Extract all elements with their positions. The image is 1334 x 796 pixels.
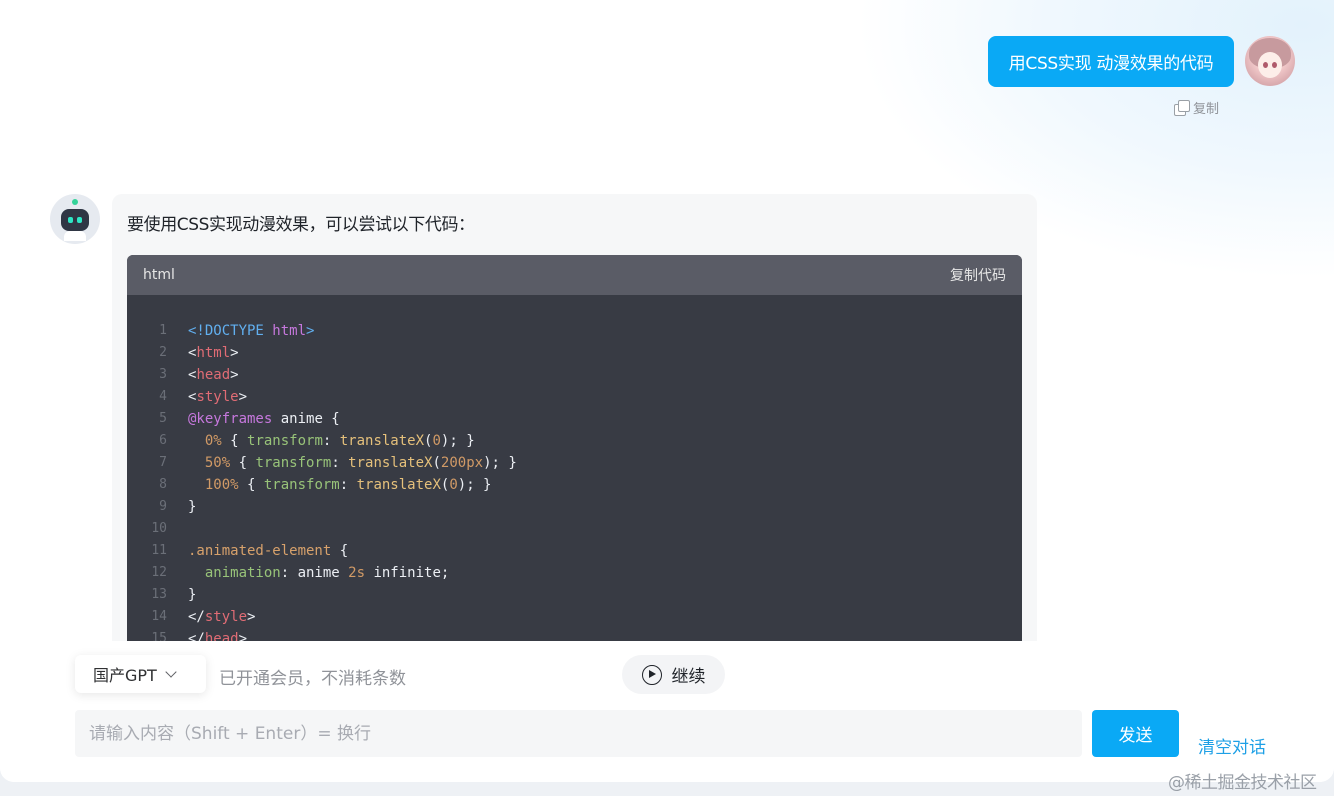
code-text: } [188,499,197,515]
watermark: @稀土掘金技术社区 [1168,773,1317,793]
code-body: 1 <!DOCTYPE html> 2 <html> 3 <head> 4 <s… [127,295,1022,650]
code-line: 7 50% { transform: translateX(200px); } [127,452,1022,474]
line-number: 3 [159,367,167,382]
line-number: 11 [151,543,167,558]
user-message-bubble: 用CSS实现 动漫效果的代码 [988,36,1234,87]
code-line: 6 0% { transform: translateX(0); } [127,430,1022,452]
model-select-label: 国产GPT [93,666,157,685]
code-text: </style> [188,609,256,625]
code-block: html 复制代码 1 <!DOCTYPE html> 2 <html> 3 <… [127,255,1022,655]
line-number: 7 [159,455,167,470]
code-text: animation: anime 2s infinite; [188,565,450,581]
bot-body [64,231,86,241]
line-number: 2 [159,345,167,360]
line-number: 12 [151,565,167,580]
bot-eye [77,217,82,223]
code-text: 100% { transform: translateX(0); } [188,477,492,493]
code-header: html 复制代码 [127,255,1022,295]
code-text: .animated-element { [188,543,349,559]
code-line: 1 <!DOCTYPE html> [127,320,1022,342]
line-number: 14 [151,609,167,624]
code-line: 5 @keyframes anime { [127,408,1022,430]
bot-eye [68,217,73,223]
avatar-face [1258,52,1282,78]
line-number: 9 [159,499,167,514]
line-number: 5 [159,411,167,426]
line-number: 6 [159,433,167,448]
code-line: 13 } [127,584,1022,606]
chat-app: 用CSS实现 动漫效果的代码 复制 要使用CSS实现动漫效果，可以尝试以下代码：… [0,0,1334,782]
code-line: 12 animation: anime 2s infinite; [127,562,1022,584]
continue-label: 继续 [671,667,706,687]
code-text: <head> [188,367,239,383]
line-number: 4 [159,389,167,404]
code-line: 4 <style> [127,386,1022,408]
copy-icon [1174,99,1190,116]
code-language: html [143,267,175,283]
message-input[interactable] [75,710,1082,757]
bot-antenna [72,199,78,205]
chevron-down-icon [165,666,177,678]
bot-avatar [50,194,100,244]
continue-button[interactable]: 继续 [622,655,725,694]
model-select[interactable]: 国产GPT [75,655,206,693]
send-button[interactable]: 发送 [1092,710,1179,757]
user-avatar [1245,36,1295,86]
bot-head [61,209,89,231]
avatar-eye [1263,62,1268,68]
avatar-eye [1272,62,1277,68]
line-number: 10 [151,521,167,536]
code-line: 11 .animated-element { [127,540,1022,562]
line-number: 13 [151,587,167,602]
code-text: <!DOCTYPE html> [188,323,315,339]
line-number: 8 [159,477,167,492]
code-text: } [188,587,197,603]
code-line: 14 </style> [127,606,1022,628]
member-status-text: 已开通会员，不消耗条数 [219,669,406,689]
user-message-text: 用CSS实现 动漫效果的代码 [1008,54,1214,74]
code-text: <style> [188,389,248,405]
bot-message-text: 要使用CSS实现动漫效果，可以尝试以下代码： [127,215,475,235]
code-line: 8 100% { transform: translateX(0); } [127,474,1022,496]
copy-code-button[interactable]: 复制代码 [950,265,1006,285]
copy-message-label: 复制 [1193,101,1220,117]
code-line: 3 <head> [127,364,1022,386]
code-line: 9 } [127,496,1022,518]
line-number: 1 [159,323,167,338]
code-text: <html> [188,345,239,361]
code-text: 0% { transform: translateX(0); } [188,433,475,449]
code-text: 50% { transform: translateX(200px); } [188,455,517,471]
code-line: 10 [127,518,1022,540]
code-line: 2 <html> [127,342,1022,364]
copy-message-button[interactable]: 复制 [1174,98,1220,117]
clear-conversation-link[interactable]: 清空对话 [1198,733,1266,758]
code-text: @keyframes anime { [188,411,340,427]
play-icon [641,664,662,685]
